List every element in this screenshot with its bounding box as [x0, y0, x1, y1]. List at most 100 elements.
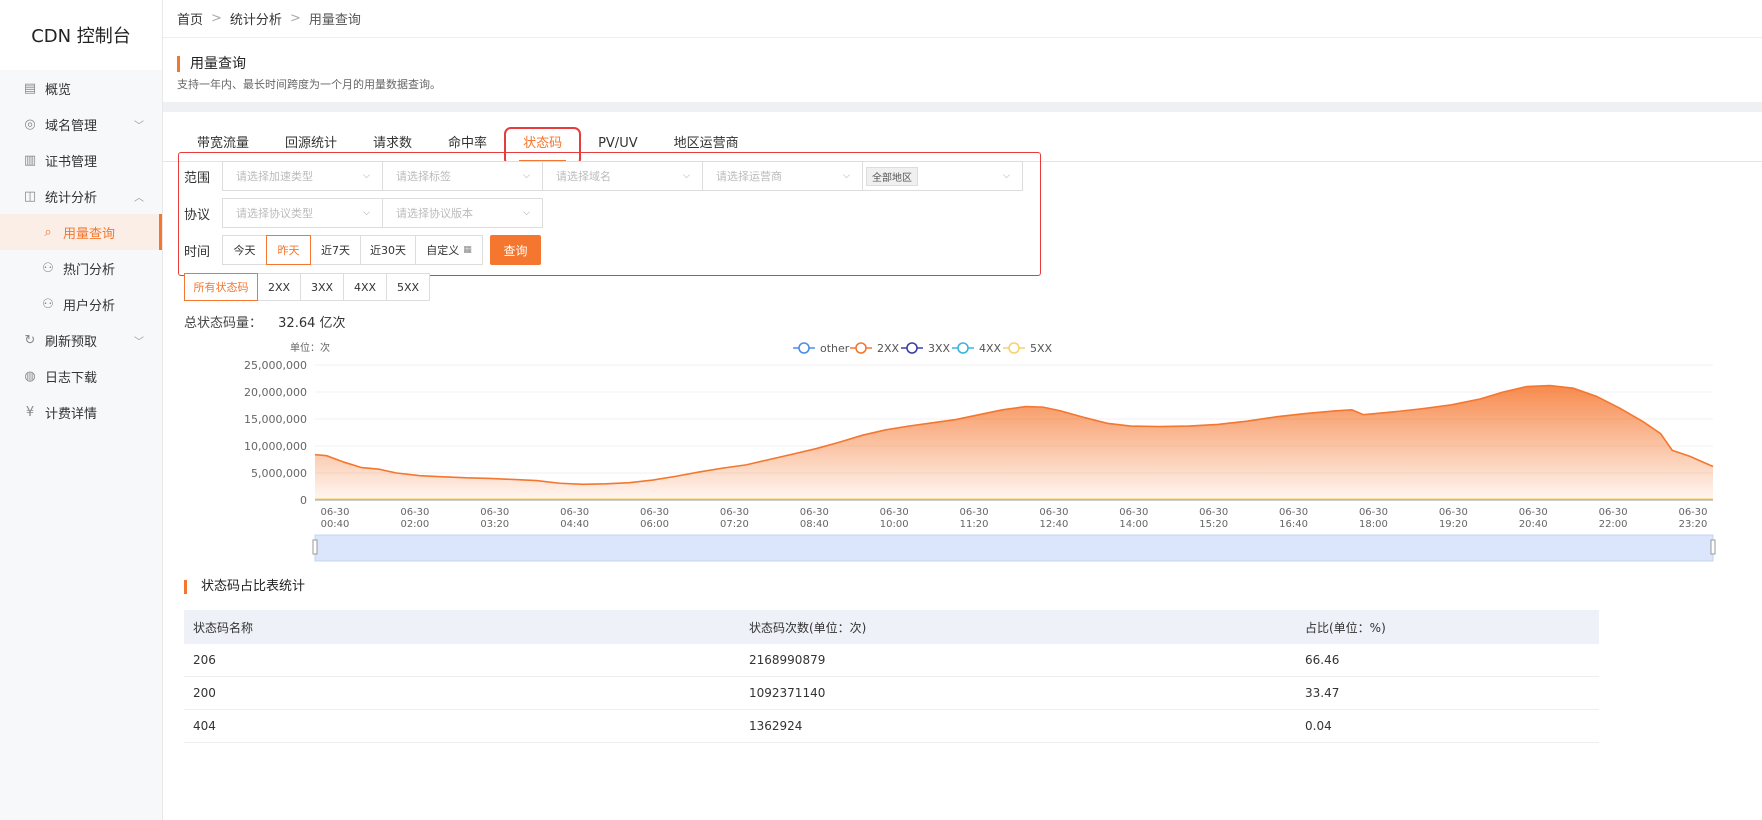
divider: [163, 102, 1762, 112]
carrier-select[interactable]: 请选择运营商 ⌵: [702, 161, 863, 191]
domain-select[interactable]: 请选择域名 ⌵: [542, 161, 703, 191]
sidebar: CDN 控制台 ▤ 概览 ◎ 域名管理 ﹀ ▥ 证书管理 ◫ 统计分析 ︿ ⌕ 用量查询 ⚇ 热门分析 ⚇ 用…: [0, 0, 163, 820]
sidebar-item-label: 计费详情: [45, 406, 98, 422]
x-tick-label: 23:20: [1679, 519, 1708, 530]
y-axis-unit: 单位：次: [290, 341, 330, 354]
x-tick-label: 06-30: [640, 507, 669, 518]
legend-marker: [957, 342, 969, 354]
time-yesterday-button[interactable]: 昨天: [266, 235, 311, 265]
legend-marker: [906, 342, 918, 354]
table-cell: 200: [193, 686, 216, 700]
protocol-type-select[interactable]: 请选择协议类型 ⌵: [222, 198, 383, 228]
x-tick-label: 03:20: [480, 519, 509, 530]
table-cell: 1362924: [749, 719, 803, 733]
breadcrumb: 首页 > 统计分析 > 用量查询: [163, 0, 1762, 38]
sidebar-item-user[interactable]: ⚇ 用户分析: [0, 286, 162, 322]
x-tick-label: 06-30: [720, 507, 749, 518]
status-code-filter-button[interactable]: 4XX: [343, 273, 387, 301]
sidebar-item-label: 域名管理: [45, 118, 98, 134]
legend-marker: [798, 342, 810, 354]
y-tick-label: 5,000,000: [251, 467, 307, 480]
y-tick-label: 0: [300, 494, 307, 507]
table-cell: 66.46: [1305, 653, 1340, 667]
table-row: 404 1362924 0.04: [184, 710, 1599, 743]
status-code-filter-button[interactable]: 3XX: [300, 273, 344, 301]
sidebar-item-refresh[interactable]: ↻ 刷新预取 ﹀: [0, 322, 162, 358]
log-icon: ◍: [24, 368, 36, 384]
status-code-filter-button[interactable]: 所有状态码: [184, 273, 258, 301]
total-status-count: 总状态码量： 32.64 亿次: [184, 312, 346, 331]
tag-select[interactable]: 请选择标签 ⌵: [382, 161, 543, 191]
x-tick-label: 06-30: [1039, 507, 1068, 518]
status-code-chart: 25,000,000 20,000,000 15,000,000 10,000,000…: [163, 332, 1762, 602]
x-tick-label: 06:00: [640, 519, 669, 530]
column-header[interactable]: 状态码次数(单位：次): [740, 619, 1296, 636]
time-30days-button[interactable]: 近30天: [360, 235, 416, 265]
legend-marker: [855, 342, 867, 354]
x-tick-label: 06-30: [1678, 507, 1707, 518]
time-today-button[interactable]: 今天: [222, 235, 267, 265]
billing-icon: ¥: [25, 404, 35, 420]
x-tick-label: 20:40: [1519, 519, 1548, 530]
table-header: 状态码名称 状态码次数(单位：次) 占比(单位：%): [184, 610, 1599, 644]
chevron-down-icon: ⌵: [523, 171, 530, 181]
column-header[interactable]: 占比(单位：%): [1296, 619, 1596, 636]
acceleration-type-select[interactable]: 请选择加速类型 ⌵: [222, 161, 383, 191]
table-cell: 33.47: [1305, 686, 1340, 700]
x-tick-label: 06-30: [1199, 507, 1228, 518]
sidebar-item-billing[interactable]: ¥ 计费详情: [0, 394, 162, 430]
sidebar-item-domain[interactable]: ◎ 域名管理 ﹀: [0, 106, 162, 142]
sidebar-item-stats[interactable]: ◫ 统计分析 ︿: [0, 178, 162, 214]
x-tick-label: 18:00: [1359, 519, 1388, 530]
chevron-down-icon: ⌵: [683, 171, 690, 181]
time-custom-button[interactable]: 自定义 ▦: [415, 235, 483, 265]
y-tick-label: 15,000,000: [244, 413, 307, 426]
x-tick-label: 06-30: [1519, 507, 1548, 518]
status-code-table: 状态码名称 状态码次数(单位：次) 占比(单位：%) 206 216899087…: [184, 610, 1599, 743]
column-header[interactable]: 状态码名称: [184, 619, 740, 636]
breadcrumb-home[interactable]: 首页: [177, 9, 203, 28]
protocol-version-select[interactable]: 请选择协议版本 ⌵: [382, 198, 543, 228]
sidebar-item-label: 证书管理: [45, 154, 98, 170]
page-title: 用量查询: [177, 56, 1762, 72]
sidebar-item-label: 用量查询: [63, 226, 116, 242]
x-tick-label: 22:00: [1599, 519, 1628, 530]
chevron-down-icon: ﹀: [134, 336, 144, 348]
x-tick-label: 07:20: [720, 519, 749, 530]
chevron-right-icon: >: [289, 11, 301, 26]
sidebar-item-overview[interactable]: ▤ 概览: [0, 70, 162, 106]
sidebar-item-log[interactable]: ◍ 日志下载: [0, 358, 162, 394]
chart-svg: 25,000,000 20,000,000 15,000,000 10,000,000…: [244, 341, 1716, 562]
region-select[interactable]: 全部地区 ⌵: [862, 161, 1023, 191]
legend-marker: [1008, 342, 1020, 354]
section-title: 状态码占比表统计: [184, 580, 305, 594]
main-content: 首页 > 统计分析 > 用量查询 用量查询 支持一年内、最长时间跨度为一个月的用…: [163, 0, 1762, 820]
x-tick-label: 19:20: [1439, 519, 1468, 530]
sidebar-item-label: 概览: [45, 82, 72, 98]
chevron-up-icon: ︿: [134, 192, 144, 204]
breadcrumb-stats[interactable]: 统计分析: [230, 9, 282, 28]
status-code-filter-button[interactable]: 5XX: [386, 273, 430, 301]
protocol-label: 协议: [184, 207, 211, 223]
stats-icon: ◫: [23, 188, 37, 204]
y-tick-label: 25,000,000: [244, 359, 307, 372]
region-tag: 全部地区: [866, 166, 918, 186]
sidebar-item-hot[interactable]: ⚇ 热门分析: [0, 250, 162, 286]
x-tick-label: 11:20: [960, 519, 989, 530]
time-7days-button[interactable]: 近7天: [310, 235, 361, 265]
chevron-down-icon: ⌵: [363, 208, 370, 218]
sidebar-item-certificate[interactable]: ▥ 证书管理: [0, 142, 162, 178]
x-tick-label: 02:00: [400, 519, 429, 530]
breadcrumb-current: 用量查询: [308, 13, 361, 28]
x-tick-label: 12:40: [1040, 519, 1069, 530]
chevron-down-icon: ⌵: [1003, 171, 1010, 181]
y-tick-label: 20,000,000: [244, 386, 307, 399]
x-tick-label: 06-30: [1279, 507, 1308, 518]
query-button[interactable]: 查询: [490, 235, 541, 265]
sidebar-item-label: 刷新预取: [45, 334, 98, 350]
status-code-filter-button[interactable]: 2XX: [257, 273, 301, 301]
overview-icon: ▤: [23, 80, 37, 96]
x-tick-label: 06-30: [1439, 507, 1468, 518]
page-description: 支持一年内、最长时间跨度为一个月的用量数据查询。: [177, 78, 441, 91]
sidebar-item-usage[interactable]: ⌕ 用量查询: [0, 214, 162, 250]
